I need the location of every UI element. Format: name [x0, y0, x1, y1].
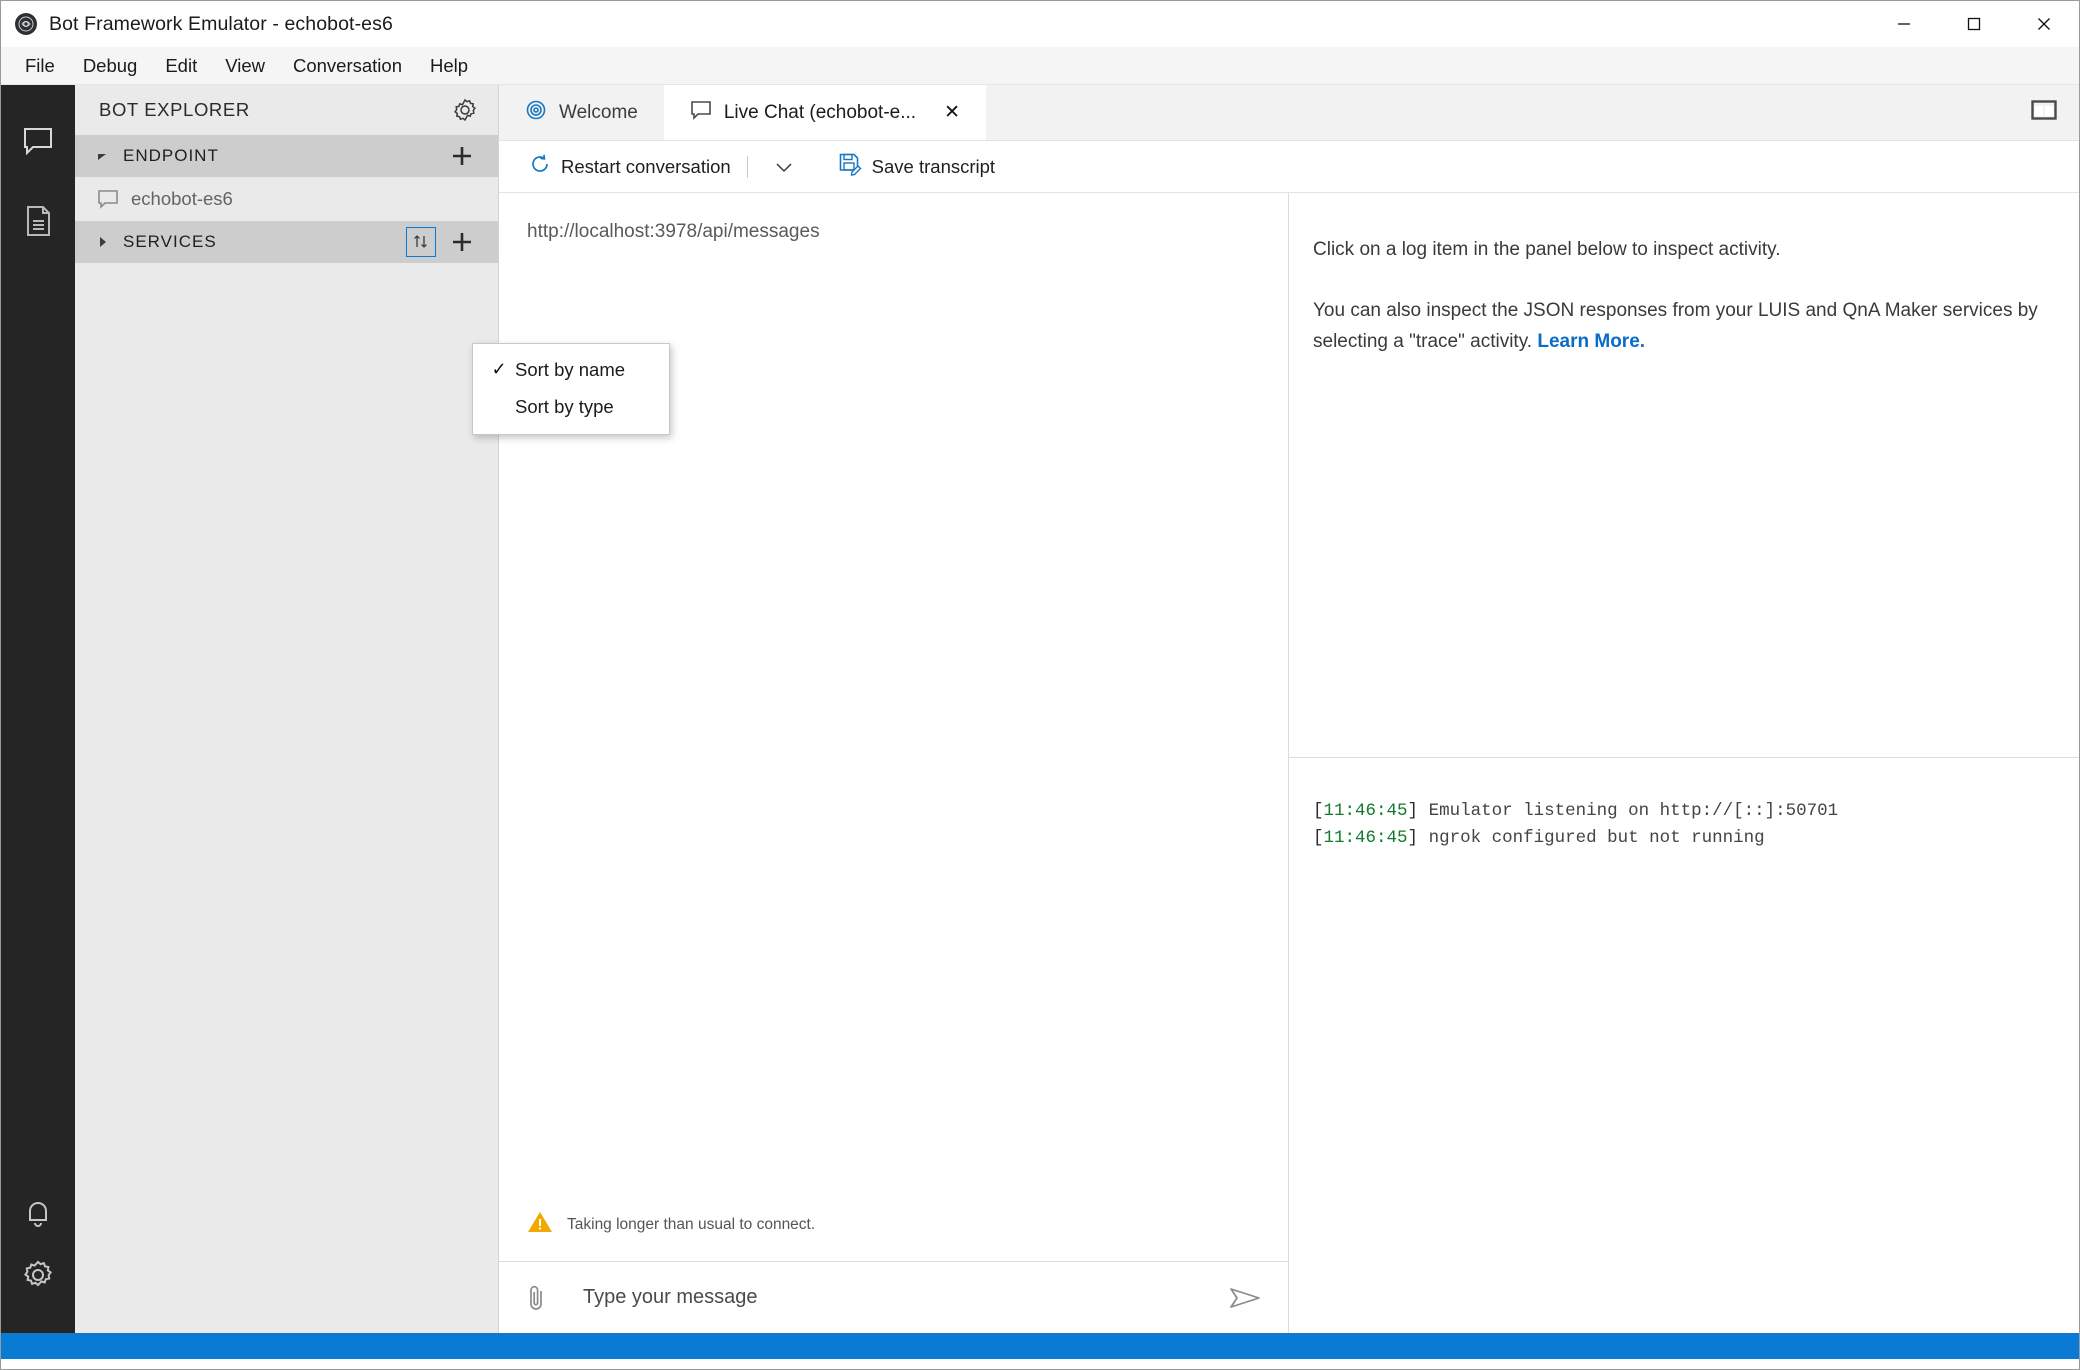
- split-panel-icon[interactable]: [2031, 99, 2057, 126]
- maximize-button[interactable]: [1939, 1, 2009, 47]
- explorer-section-endpoint[interactable]: ENDPOINT: [75, 135, 498, 177]
- menu-item-conversation[interactable]: Conversation: [279, 50, 416, 82]
- sort-context-menu: ✓ Sort by name Sort by type: [472, 343, 670, 435]
- learn-more-link[interactable]: Learn More.: [1537, 331, 1645, 352]
- chat-toolbar: Restart conversation Save transcript: [499, 141, 2079, 193]
- chat-icon[interactable]: [1, 101, 75, 181]
- context-menu-label-sort-by-type: Sort by type: [515, 395, 614, 417]
- context-menu-label-sort-by-name: Sort by name: [515, 358, 626, 380]
- status-bar[interactable]: [1, 1333, 2079, 1359]
- log-entry[interactable]: [11:46:45] Emulator listening on http://…: [1313, 798, 2079, 825]
- bot-explorer-title: BOT EXPLORER: [99, 99, 250, 120]
- log-timestamp: 11:46:45: [1323, 801, 1408, 821]
- log-timestamp: 11:46:45: [1323, 827, 1408, 848]
- status-bar-underline: [1, 1359, 2079, 1369]
- save-transcript-button[interactable]: Save transcript: [836, 148, 997, 185]
- log-bracket-close: ]: [1407, 801, 1419, 821]
- log-message: ngrok configured but not running: [1428, 827, 1765, 848]
- tab-welcome[interactable]: Welcome: [499, 85, 664, 140]
- chat-bubble-icon: [690, 99, 712, 127]
- context-menu-item-sort-by-name[interactable]: ✓ Sort by name: [473, 351, 669, 388]
- tab-live-chat-label: Live Chat (echobot-e...: [723, 101, 917, 123]
- welcome-target-icon: [525, 99, 547, 127]
- save-disk-icon: [838, 152, 862, 181]
- chevron-right-icon[interactable]: [97, 236, 115, 248]
- menu-item-help[interactable]: Help: [416, 50, 482, 82]
- window-controls: [1869, 1, 2079, 47]
- tab-bar: Welcome Live Chat (echobot-e... ✕: [499, 85, 2079, 141]
- chat-message-input[interactable]: Type your message: [583, 1286, 1228, 1309]
- tab-bar-right-actions: [2031, 85, 2079, 140]
- save-transcript-label: Save transcript: [871, 155, 996, 177]
- window-title: Bot Framework Emulator - echobot-es6: [49, 12, 393, 35]
- section-label-services: SERVICES: [123, 232, 217, 251]
- menu-item-debug[interactable]: Debug: [69, 50, 152, 82]
- log-bracket-open: [: [1313, 801, 1324, 821]
- close-button[interactable]: [2009, 1, 2079, 47]
- services-section-actions: [406, 224, 484, 260]
- minimize-button[interactable]: [1869, 1, 1939, 47]
- restart-conversation-label: Restart conversation: [561, 155, 731, 177]
- editor-panes: http://localhost:3978/api/messages Takin…: [499, 193, 2079, 1333]
- inspector-paragraph-1: Click on a log item in the panel below t…: [1313, 239, 1781, 260]
- menu-item-edit[interactable]: Edit: [151, 50, 211, 82]
- menu-item-file[interactable]: File: [11, 50, 69, 82]
- log-bracket-close: ]: [1407, 827, 1419, 848]
- application-window: Bot Framework Emulator - echobot-es6 Fil…: [0, 0, 2080, 1370]
- activity-bar: [1, 85, 75, 1333]
- tab-live-chat[interactable]: Live Chat (echobot-e... ✕: [663, 85, 986, 140]
- sort-arrows-icon[interactable]: [406, 227, 436, 257]
- send-arrow-icon[interactable]: [1228, 1285, 1262, 1311]
- endpoint-item-label: echobot-es6: [131, 188, 233, 209]
- restart-options-caret-icon[interactable]: [762, 160, 806, 174]
- chat-endpoint-url: http://localhost:3978/api/messages: [527, 221, 820, 242]
- endpoint-item-echobot-es6[interactable]: echobot-es6: [75, 177, 498, 221]
- settings-gear-icon[interactable]: [1, 1253, 75, 1333]
- bot-framework-logo-icon: [15, 13, 37, 35]
- editor-area: Welcome Live Chat (echobot-e... ✕ Restar…: [499, 85, 2079, 1333]
- bot-explorer-header: BOT EXPLORER: [75, 85, 498, 135]
- inspector-help-area: Click on a log item in the panel below t…: [1289, 193, 2079, 758]
- checkmark-icon: ✓: [491, 359, 507, 379]
- inspector-paragraph-2-text: You can also inspect the JSON responses …: [1313, 299, 2038, 352]
- gear-icon[interactable]: [450, 95, 480, 125]
- paperclip-icon[interactable]: [523, 1283, 549, 1313]
- inspector-pane: Click on a log item in the panel below t…: [1289, 193, 2079, 1333]
- chevron-down-icon[interactable]: [97, 150, 115, 162]
- inspector-paragraph-2: You can also inspect the JSON responses …: [1313, 296, 2045, 358]
- section-label-endpoint: ENDPOINT: [123, 146, 219, 165]
- chat-bubble-icon: [97, 188, 119, 210]
- restart-conversation-button[interactable]: Restart conversation: [527, 149, 733, 184]
- transcript-icon[interactable]: [1, 181, 75, 261]
- notifications-bell-icon[interactable]: [1, 1173, 75, 1253]
- tab-welcome-label: Welcome: [559, 101, 638, 123]
- context-menu-item-sort-by-type[interactable]: Sort by type: [473, 388, 669, 425]
- close-icon[interactable]: ✕: [944, 101, 960, 124]
- main-body: BOT EXPLORER ENDPOINT echobot-es6 SERVIC…: [1, 85, 2079, 1333]
- add-endpoint-button[interactable]: [440, 138, 484, 174]
- menu-item-view[interactable]: View: [211, 50, 279, 82]
- explorer-section-services[interactable]: SERVICES: [75, 221, 498, 263]
- chat-connection-warning: Taking longer than usual to connect.: [499, 1210, 1288, 1261]
- log-message: Emulator listening on http://[::]:50701: [1428, 801, 1839, 821]
- menu-bar: File Debug Edit View Conversation Help: [1, 47, 2079, 85]
- log-entry[interactable]: [11:46:45] ngrok configured but not runn…: [1313, 825, 2079, 852]
- bot-explorer-panel: BOT EXPLORER ENDPOINT echobot-es6 SERVIC…: [75, 85, 670, 1333]
- endpoint-section-actions: [440, 138, 484, 174]
- warning-triangle-icon: [527, 1210, 553, 1239]
- restart-circle-icon: [529, 153, 551, 180]
- toolbar-divider: [746, 155, 748, 178]
- add-service-button[interactable]: [440, 224, 484, 260]
- log-panel[interactable]: [11:46:45] Emulator listening on http://…: [1289, 758, 2079, 1333]
- log-bracket-open: [: [1313, 827, 1324, 848]
- chat-input-bar[interactable]: Type your message: [499, 1261, 1288, 1333]
- title-bar: Bot Framework Emulator - echobot-es6: [1, 1, 2079, 47]
- chat-warning-label: Taking longer than usual to connect.: [567, 1215, 816, 1233]
